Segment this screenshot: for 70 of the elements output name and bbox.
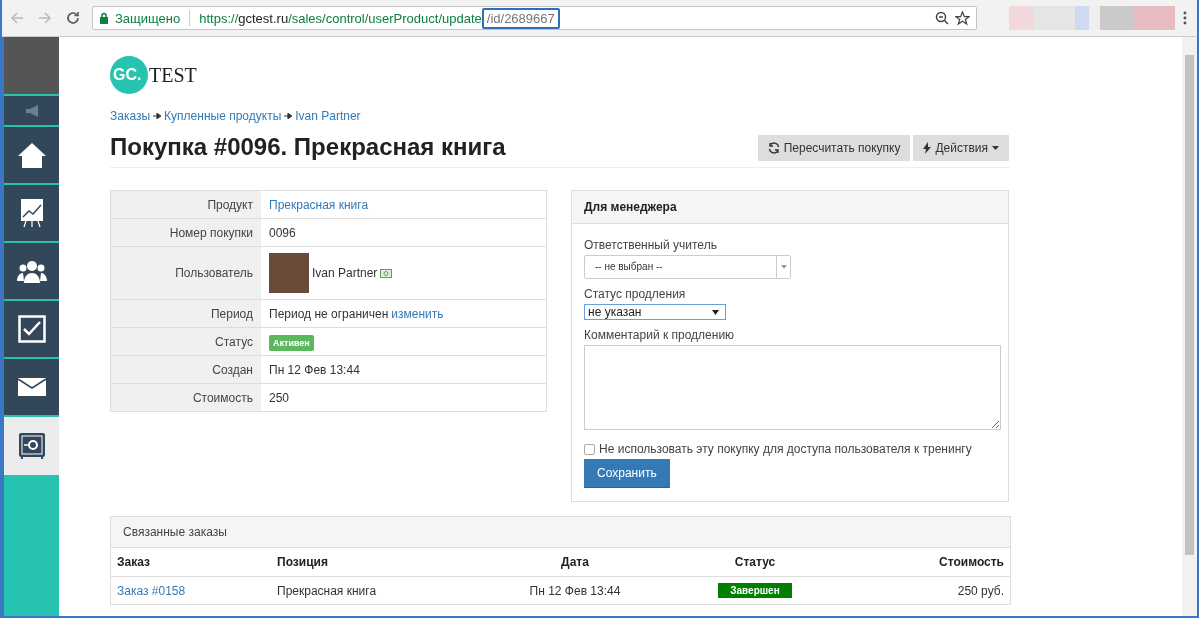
page-title: Покупка #0096. Прекрасная книга: [110, 133, 506, 161]
field-label: Создан: [110, 355, 261, 384]
checkbox-label: Не использовать эту покупку для доступа пользователя к тренингу: [599, 442, 972, 456]
breadcrumb-link[interactable]: Заказы: [110, 109, 151, 123]
field-value: 0096: [269, 225, 296, 240]
field-label: Статус: [110, 327, 261, 356]
table-cell-text: 250 руб.: [956, 582, 1005, 600]
field-label: Продукт: [110, 190, 261, 219]
safe-icon: [17, 432, 46, 460]
home-icon: [16, 141, 47, 169]
action-button[interactable]: Действия: [913, 135, 1009, 161]
checkbox-icon: [17, 315, 46, 343]
change-link[interactable]: изменить: [391, 306, 444, 321]
order-link[interactable]: Заказ #0158: [117, 583, 186, 598]
chart-board-icon: [19, 198, 44, 228]
renewal-select[interactable]: не указан: [584, 304, 726, 320]
menu-icon[interactable]: [1183, 11, 1187, 25]
caret-icon: [992, 146, 999, 150]
checkbox[interactable]: [584, 443, 595, 455]
users-icon: [16, 259, 47, 283]
panel-title: Для менеджера: [572, 191, 1008, 224]
caret-icon: [780, 265, 787, 269]
zoom-out-icon[interactable]: [935, 11, 949, 25]
envelope-icon: [17, 378, 46, 396]
url-text: https://gctest.ru/sales/control/userProduct/update: [199, 10, 482, 26]
field-label: Ответственный учитель: [584, 238, 717, 252]
speaker-icon: [25, 104, 38, 117]
column-header: Заказ: [111, 548, 271, 577]
table-cell-text: Прекрасная книга: [276, 582, 378, 600]
column-header: Позиция: [271, 548, 500, 577]
field-label: Стоимость: [110, 383, 261, 412]
secure-label: Защищено: [115, 10, 181, 26]
status-badge: Активен: [269, 334, 314, 351]
logo[interactable]: GC. TEST: [110, 55, 197, 95]
reload-icon[interactable]: [66, 11, 80, 25]
field-label: Пользователь: [110, 246, 261, 300]
refresh-icon: [767, 142, 780, 154]
field-value: Период не ограничен: [269, 306, 389, 321]
field-label: Комментарий к продлению: [584, 328, 735, 342]
banknote-icon: [380, 268, 393, 278]
breadcrumb-link[interactable]: Купленные продукты: [164, 109, 282, 123]
breadcrumb-link[interactable]: Ivan Partner: [295, 109, 361, 123]
column-header: Дата: [500, 548, 650, 577]
lock-icon: [99, 12, 109, 24]
star-icon[interactable]: [955, 10, 970, 26]
action-button[interactable]: Пересчитать покупку: [757, 135, 911, 161]
arrow-right-icon: [153, 113, 162, 119]
caret-icon: [712, 309, 719, 315]
table-cell-text: Пн 12 Фев 13:44: [528, 582, 622, 600]
scrollbar[interactable]: [1182, 37, 1197, 616]
field-value: 250: [269, 390, 290, 405]
lightning-icon: [923, 142, 932, 154]
comment-field[interactable]: [584, 345, 1001, 430]
photo-placeholder: [269, 253, 309, 293]
panel-title: Связанные заказы: [111, 517, 1010, 548]
arrow-right-icon: [284, 113, 293, 119]
user-name[interactable]: Ivan Partner: [312, 266, 378, 280]
teacher-select[interactable]: -- не выбран --: [584, 255, 791, 279]
field-label: Период: [110, 299, 261, 328]
column-header: Стоимость: [860, 548, 1010, 577]
column-header: Статус: [650, 548, 860, 577]
field-value: Пн 12 Фев 13:44: [269, 362, 360, 377]
save-button[interactable]: Сохранить: [584, 459, 670, 488]
status-badge: Завершен: [718, 583, 792, 598]
field-label: Номер покупки: [110, 218, 261, 247]
product-link[interactable]: Прекрасная книга: [269, 197, 369, 212]
highlighted-url-part: /id/2689667: [481, 7, 560, 29]
address-bar[interactable]: Защищено https://gctest.ru/sales/control/userProduct/update /id/2689667: [92, 6, 977, 30]
field-label: Статус продления: [584, 287, 686, 301]
sidebar-item[interactable]: [4, 415, 59, 475]
